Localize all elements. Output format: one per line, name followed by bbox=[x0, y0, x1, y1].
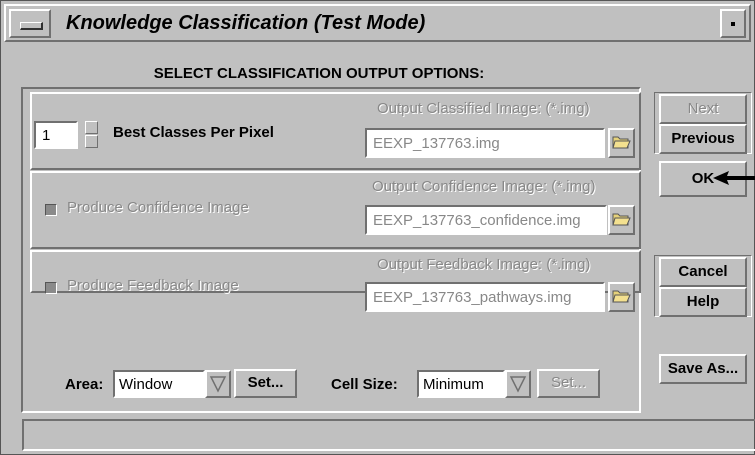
window-title: Knowledge Classification (Test Mode) bbox=[66, 12, 426, 34]
cell-size-set-button[interactable]: Set... bbox=[537, 369, 600, 398]
output-classified-label: Output Classified Image: (*.img) bbox=[377, 100, 590, 117]
pointer-arrow-icon bbox=[713, 171, 755, 185]
folder-icon bbox=[612, 136, 631, 149]
browse-feedback-button[interactable] bbox=[608, 282, 635, 312]
area-select[interactable]: Window bbox=[113, 370, 205, 398]
dialog-window: Knowledge Classification (Test Mode) SEL… bbox=[0, 0, 755, 455]
feedback-checkbox[interactable] bbox=[45, 282, 57, 294]
browse-confidence-button[interactable] bbox=[608, 205, 635, 235]
spin-up-button[interactable] bbox=[85, 121, 98, 134]
minimize-icon bbox=[731, 22, 735, 26]
spin-down-button[interactable] bbox=[85, 135, 98, 148]
output-feedback-label: Output Feedback Image: (*.img) bbox=[377, 256, 591, 273]
save-as-button[interactable]: Save As... bbox=[659, 354, 747, 384]
area-dropdown-button[interactable] bbox=[205, 370, 231, 398]
status-bar bbox=[22, 419, 755, 451]
output-feedback-field[interactable]: EEXP_137763_pathways.img bbox=[365, 282, 605, 312]
output-classified-field[interactable]: EEXP_137763.img bbox=[365, 128, 605, 158]
cell-size-label: Cell Size: bbox=[331, 376, 398, 393]
chevron-down-icon bbox=[509, 376, 527, 393]
help-button[interactable]: Help bbox=[659, 287, 747, 317]
confidence-checkbox-label: Produce Confidence Image bbox=[67, 199, 249, 216]
best-classes-label: Best Classes Per Pixel bbox=[113, 124, 274, 141]
section-heading: SELECT CLASSIFICATION OUTPUT OPTIONS: bbox=[153, 65, 485, 82]
next-button[interactable]: Next bbox=[659, 94, 747, 124]
cancel-button[interactable]: Cancel bbox=[659, 257, 747, 287]
folder-icon bbox=[612, 213, 631, 226]
window-menu-button[interactable] bbox=[9, 9, 51, 38]
confidence-checkbox[interactable] bbox=[45, 204, 57, 216]
cell-size-select[interactable]: Minimum bbox=[417, 370, 505, 398]
minimize-button[interactable] bbox=[720, 9, 746, 38]
browse-classified-button[interactable] bbox=[608, 128, 635, 158]
area-set-button[interactable]: Set... bbox=[234, 369, 297, 398]
area-label: Area: bbox=[65, 376, 104, 393]
previous-button[interactable]: Previous bbox=[659, 124, 747, 154]
folder-icon bbox=[612, 290, 631, 303]
chevron-down-icon bbox=[209, 376, 227, 393]
output-confidence-label: Output Confidence Image: (*.img) bbox=[372, 178, 596, 195]
cell-size-dropdown-button[interactable] bbox=[505, 370, 531, 398]
best-classes-input[interactable]: 1 bbox=[34, 121, 78, 149]
feedback-checkbox-label: Produce Feedback Image bbox=[67, 277, 239, 294]
output-confidence-field[interactable]: EEXP_137763_confidence.img bbox=[365, 205, 607, 235]
title-bar[interactable]: Knowledge Classification (Test Mode) bbox=[4, 4, 751, 42]
window-menu-icon bbox=[20, 22, 43, 30]
